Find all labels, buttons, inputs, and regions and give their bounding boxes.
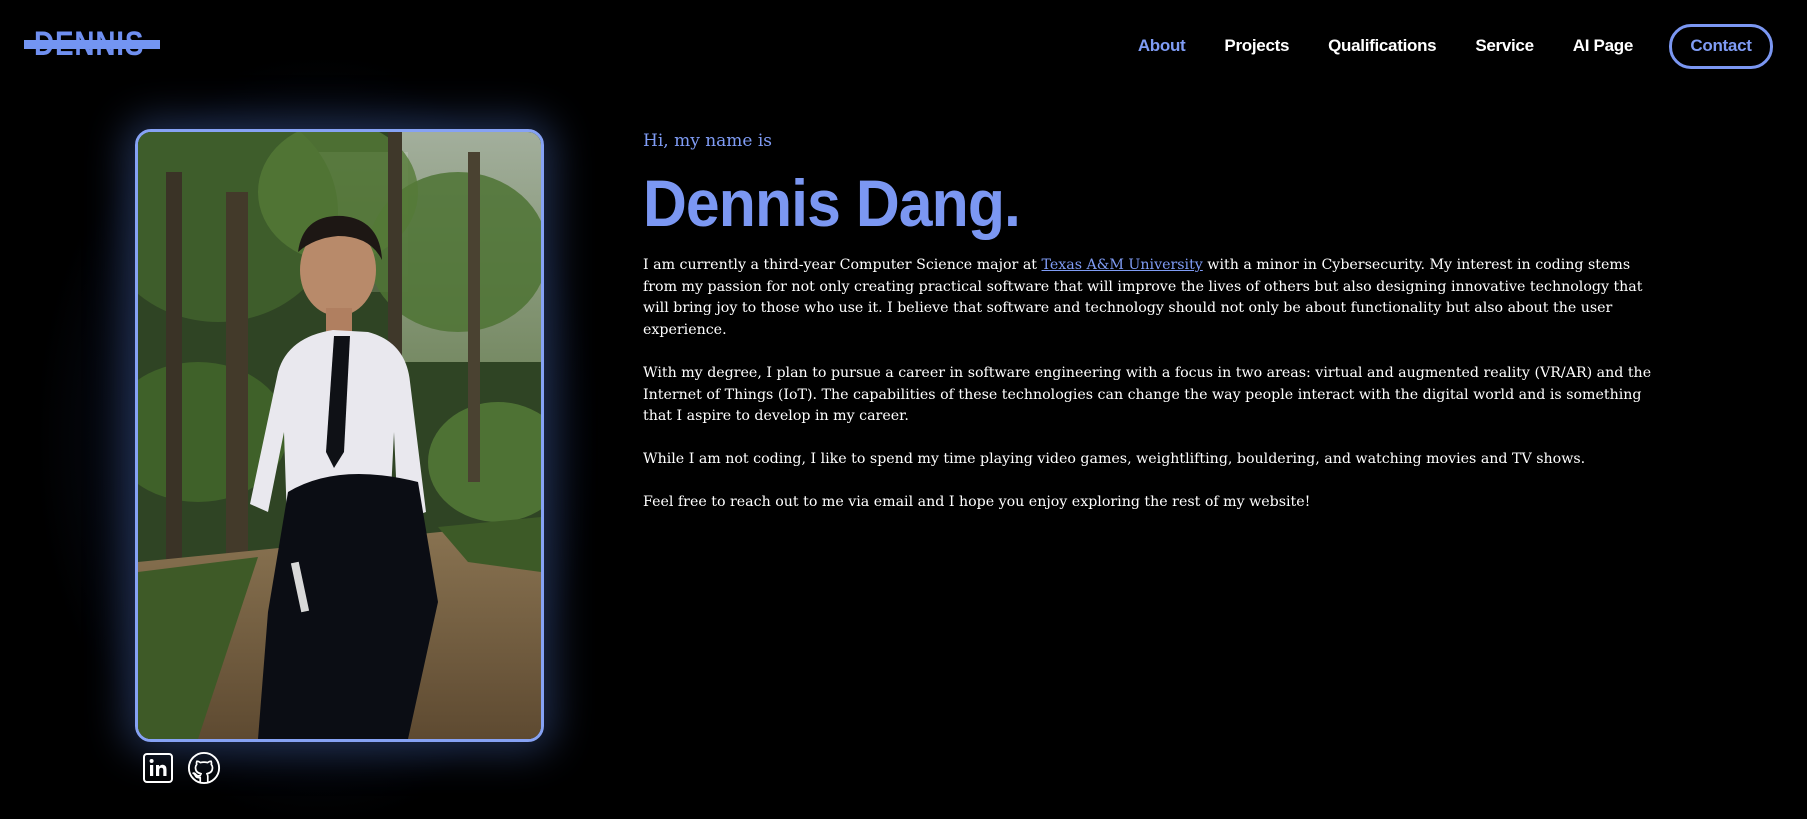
nav-about[interactable]: About (1138, 36, 1186, 56)
intro-section: Hi, my name is Dennis Dang. I am current… (643, 131, 1663, 513)
github-icon[interactable] (187, 751, 221, 785)
university-link[interactable]: Texas A&M University (1042, 257, 1203, 273)
nav-service[interactable]: Service (1475, 36, 1534, 56)
bio-paragraph-1: I am currently a third-year Computer Sci… (643, 255, 1663, 342)
linkedin-icon-svg (143, 753, 173, 783)
logo-strike-bar (24, 40, 160, 49)
contact-button[interactable]: Contact (1669, 23, 1773, 69)
github-icon-svg (187, 751, 221, 785)
linkedin-icon[interactable] (141, 751, 175, 785)
social-links (141, 751, 221, 785)
bio-p1-before: I am currently a third-year Computer Sci… (643, 257, 1042, 273)
nav-qualifications[interactable]: Qualifications (1328, 36, 1437, 56)
logo[interactable]: DENNIS (24, 26, 160, 62)
page-title: Dennis Dang. (643, 166, 1021, 240)
bio-paragraph-4: Feel free to reach out to me via email a… (643, 493, 1311, 510)
profile-photo-illustration (138, 132, 541, 739)
main-nav: About Projects Qualifications Service AI… (1099, 23, 1773, 69)
nav-projects[interactable]: Projects (1224, 36, 1289, 56)
nav-ai-page[interactable]: AI Page (1573, 36, 1634, 56)
profile-photo (135, 129, 544, 742)
greeting: Hi, my name is (643, 131, 773, 151)
bio-paragraph-3: While I am not coding, I like to spend m… (643, 450, 1586, 467)
bio-paragraph-2: With my degree, I plan to pursue a caree… (643, 364, 1652, 425)
